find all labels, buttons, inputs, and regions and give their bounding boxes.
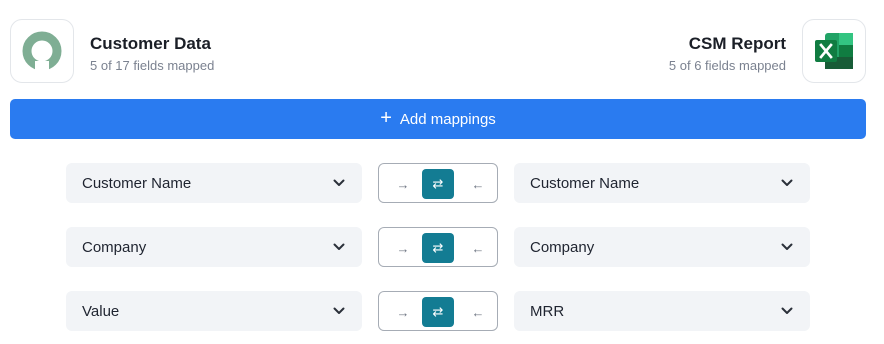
- direction-left-button[interactable]: ←: [462, 169, 494, 199]
- source-field-value: Customer Name: [82, 174, 192, 192]
- chevron-down-icon: [780, 304, 794, 318]
- arrow-right-icon: →: [396, 304, 410, 320]
- direction-both-button[interactable]: ⇄: [422, 233, 454, 263]
- target-field-select[interactable]: MRR: [514, 291, 810, 331]
- direction-toggle: → ⇄ ←: [378, 227, 498, 267]
- destination-app-title: CSM Report: [688, 34, 786, 53]
- arrow-left-icon: ←: [471, 240, 485, 256]
- destination-mapped-count: 5 of 6 fields mapped: [668, 58, 786, 73]
- swap-arrows-icon: ⇄: [432, 176, 444, 191]
- chevron-down-icon: [332, 304, 346, 318]
- source-mapped-count: 5 of 17 fields mapped: [90, 58, 215, 73]
- swap-arrows-icon: ⇄: [432, 240, 444, 255]
- source-field-value: Value: [82, 302, 120, 320]
- arrow-left-icon: ←: [471, 304, 485, 320]
- add-mappings-button[interactable]: + Add mappings: [10, 99, 866, 139]
- chevron-down-icon: [780, 240, 794, 254]
- mapping-row: Company → ⇄ ← Company: [0, 227, 884, 267]
- direction-right-button[interactable]: →: [387, 233, 419, 263]
- source-field-select[interactable]: Value: [66, 291, 362, 331]
- source-field-select[interactable]: Customer Name: [66, 163, 362, 203]
- destination-app-logo: [802, 19, 866, 83]
- target-field-value: Customer Name: [530, 174, 640, 192]
- direction-both-button[interactable]: ⇄: [422, 297, 454, 327]
- source-field-value: Company: [82, 238, 147, 256]
- mapping-row: Value → ⇄ ← MRR: [0, 291, 884, 331]
- direction-toggle: → ⇄ ←: [378, 163, 498, 203]
- add-mappings-label: Add mappings: [399, 110, 496, 128]
- source-field-select[interactable]: Company: [66, 227, 362, 267]
- source-app-title: Customer Data: [90, 34, 211, 53]
- direction-toggle: → ⇄ ←: [378, 291, 498, 331]
- direction-right-button[interactable]: →: [387, 297, 419, 327]
- arrow-right-icon: →: [396, 240, 410, 256]
- source-app-info: Customer Data 5 of 17 fields mapped: [90, 33, 214, 74]
- mapping-row: Customer Name → ⇄ ← Customer Name: [0, 163, 884, 203]
- excel-logo-icon: [815, 33, 853, 69]
- direction-left-button[interactable]: ←: [462, 233, 494, 263]
- direction-right-button[interactable]: →: [387, 169, 419, 199]
- source-app-logo: [10, 19, 74, 83]
- direction-left-button[interactable]: ←: [462, 297, 494, 327]
- target-field-select[interactable]: Company: [514, 227, 810, 267]
- arrow-right-icon: →: [396, 176, 410, 192]
- direction-both-button[interactable]: ⇄: [422, 169, 454, 199]
- arrow-left-icon: ←: [471, 176, 485, 192]
- ring-logo-icon: [22, 31, 62, 71]
- chevron-down-icon: [780, 176, 794, 190]
- destination-app-info: CSM Report 5 of 6 fields mapped: [669, 33, 786, 74]
- target-field-value: Company: [530, 238, 595, 256]
- target-field-value: MRR: [530, 302, 565, 320]
- chevron-down-icon: [332, 240, 346, 254]
- chevron-down-icon: [332, 176, 346, 190]
- swap-arrows-icon: ⇄: [432, 304, 444, 319]
- plus-icon: +: [380, 107, 392, 129]
- target-field-select[interactable]: Customer Name: [514, 163, 810, 203]
